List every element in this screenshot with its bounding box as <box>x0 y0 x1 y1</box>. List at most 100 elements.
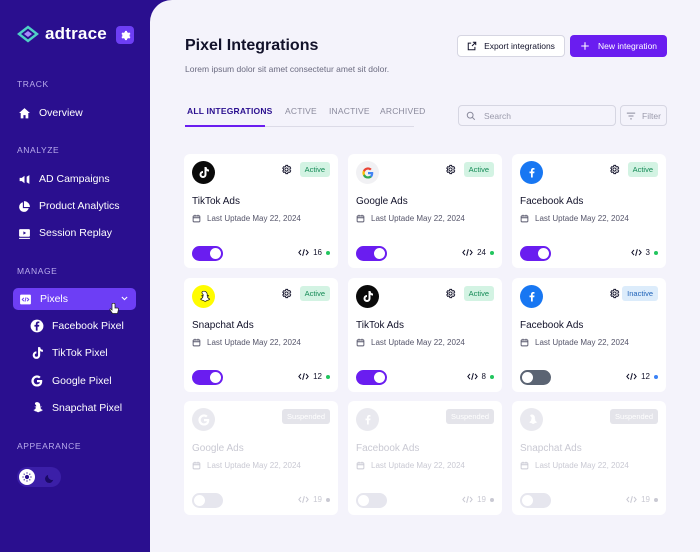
status-dot <box>326 250 330 255</box>
integration-card[interactable]: Suspended Google Ads Last Uptade May 22, 2… <box>184 401 338 515</box>
integration-name: Google Ads <box>192 443 244 454</box>
sidebar-item-label: Session Replay <box>39 227 112 239</box>
integration-toggle <box>520 493 551 508</box>
integration-toggle[interactable] <box>356 370 387 385</box>
integration-name: Google Ads <box>356 196 408 207</box>
tab-archived[interactable]: ARCHIVED <box>380 106 426 116</box>
calendar-icon <box>520 461 529 470</box>
sidebar-item-ad-campaigns[interactable]: AD Campaigns <box>17 171 110 187</box>
sun-icon <box>19 469 35 485</box>
gear-icon[interactable] <box>609 164 620 175</box>
code-icon <box>626 495 637 504</box>
tab-active[interactable]: ACTIVE <box>285 106 317 116</box>
integration-card[interactable]: Suspended Snapchat Ads Last Uptade May 22,… <box>512 401 666 515</box>
integration-card[interactable]: Active Facebook Ads Last Uptade May 22, 20… <box>512 154 666 268</box>
code-count-value: 12 <box>641 372 650 381</box>
plus-icon <box>580 41 590 51</box>
code-icon <box>298 248 309 257</box>
sidebar-item-product-analytics[interactable]: Product Analytics <box>17 198 120 214</box>
toggle-knob <box>210 372 221 383</box>
tiktok-icon <box>30 346 44 360</box>
gear-icon[interactable] <box>281 288 292 299</box>
sidebar-item-label: Overview <box>39 107 83 119</box>
settings-button[interactable] <box>116 26 134 44</box>
gear-icon[interactable] <box>609 288 620 299</box>
sidebar-item-session-replay[interactable]: Session Replay <box>17 225 112 241</box>
facebook-icon <box>520 161 543 184</box>
facebook-icon <box>30 319 44 333</box>
last-updated: Last Uptade May 22, 2024 <box>356 214 465 223</box>
integration-name: Facebook Ads <box>520 320 584 331</box>
integration-card[interactable]: Suspended Facebook Ads Last Uptade May 22,… <box>348 401 502 515</box>
facebook-icon <box>356 408 379 431</box>
code-count-value: 19 <box>477 495 486 504</box>
export-integrations-button[interactable]: Export integrations <box>457 35 565 57</box>
sidebar-subitem-google-pixel[interactable]: Google Pixel <box>30 373 112 389</box>
sidebar-item-label: AD Campaigns <box>39 173 110 185</box>
code-count: 19 <box>626 495 658 504</box>
gear-icon[interactable] <box>445 164 456 175</box>
code-count-value: 8 <box>481 372 486 381</box>
integration-card[interactable]: Active Snapchat Ads Last Uptade May 22, 20… <box>184 278 338 392</box>
integration-toggle[interactable] <box>520 370 551 385</box>
sidebar-item-label: Pixels <box>40 293 69 305</box>
integration-toggle <box>192 493 223 508</box>
status-dot <box>654 374 658 379</box>
section-label-analyze: ANALYZE <box>17 145 60 155</box>
status-badge: Suspended <box>446 409 494 424</box>
integration-toggle[interactable] <box>192 246 223 261</box>
status-badge: Active <box>463 162 494 177</box>
filter-label: Filter <box>642 110 661 121</box>
toggle-knob <box>374 372 385 383</box>
last-updated: Last Uptade May 22, 2024 <box>520 461 629 470</box>
tab-all-integrations[interactable]: ALL INTEGRATIONS <box>187 106 273 116</box>
integration-toggle[interactable] <box>520 246 551 261</box>
integration-toggle[interactable] <box>192 370 223 385</box>
google-icon <box>30 374 44 388</box>
last-updated-text: Last Uptade May 22, 2024 <box>371 338 465 347</box>
status-badge: Active <box>463 286 494 301</box>
sidebar-item-overview[interactable]: Overview <box>17 105 83 121</box>
search-placeholder: Search <box>484 110 511 121</box>
sidebar-subitem-snapchat-pixel[interactable]: Snapchat Pixel <box>30 400 122 416</box>
tiktok-icon <box>356 285 379 308</box>
search-input[interactable]: Search <box>458 105 616 126</box>
code-count: 16 <box>298 248 330 257</box>
gear-icon[interactable] <box>281 164 292 175</box>
gear-icon[interactable] <box>445 288 456 299</box>
integration-card[interactable]: Active TikTok Ads Last Uptade May 22, 2024… <box>184 154 338 268</box>
tab-inactive[interactable]: INACTIVE <box>329 106 370 116</box>
sidebar-subitem-label: Facebook Pixel <box>52 320 124 332</box>
logo-text: adtrace <box>45 24 107 43</box>
code-icon <box>462 248 473 257</box>
status-badge: Active <box>627 162 658 177</box>
code-count-value: 19 <box>313 495 322 504</box>
status-dot <box>326 374 330 379</box>
filter-icon <box>626 112 636 120</box>
new-integration-button[interactable]: New integration <box>570 35 667 57</box>
toggle-knob <box>522 372 533 383</box>
toggle-knob <box>358 495 369 506</box>
section-label-manage: MANAGE <box>17 266 58 276</box>
theme-toggle[interactable] <box>17 467 61 487</box>
code-count: 12 <box>298 372 330 381</box>
filter-button[interactable]: Filter <box>620 105 667 126</box>
code-icon <box>626 372 637 381</box>
tab-bar: ALL INTEGRATIONS ACTIVE INACTIVE ARCHIVE… <box>185 100 425 127</box>
integration-card[interactable]: Inactive Facebook Ads Last Uptade May 22, … <box>512 278 666 392</box>
logo[interactable]: adtrace <box>17 24 107 44</box>
sidebar: adtrace TRACK Overview ANALYZE AD Campai… <box>0 0 150 552</box>
integration-toggle[interactable] <box>356 246 387 261</box>
last-updated: Last Uptade May 22, 2024 <box>356 338 465 347</box>
sidebar-subitem-tiktok-pixel[interactable]: TikTok Pixel <box>30 345 108 361</box>
last-updated-text: Last Uptade May 22, 2024 <box>207 214 301 223</box>
integration-card[interactable]: Active TikTok Ads Last Uptade May 22, 2024… <box>348 278 502 392</box>
status-dot <box>490 250 494 255</box>
integration-card[interactable]: Active Google Ads Last Uptade May 22, 2024… <box>348 154 502 268</box>
sidebar-subitem-facebook-pixel[interactable]: Facebook Pixel <box>30 318 124 334</box>
last-updated: Last Uptade May 22, 2024 <box>520 214 629 223</box>
integration-name: Facebook Ads <box>520 196 584 207</box>
snapchat-icon <box>30 401 44 415</box>
status-badge: Suspended <box>282 409 330 424</box>
last-updated-text: Last Uptade May 22, 2024 <box>535 461 629 470</box>
